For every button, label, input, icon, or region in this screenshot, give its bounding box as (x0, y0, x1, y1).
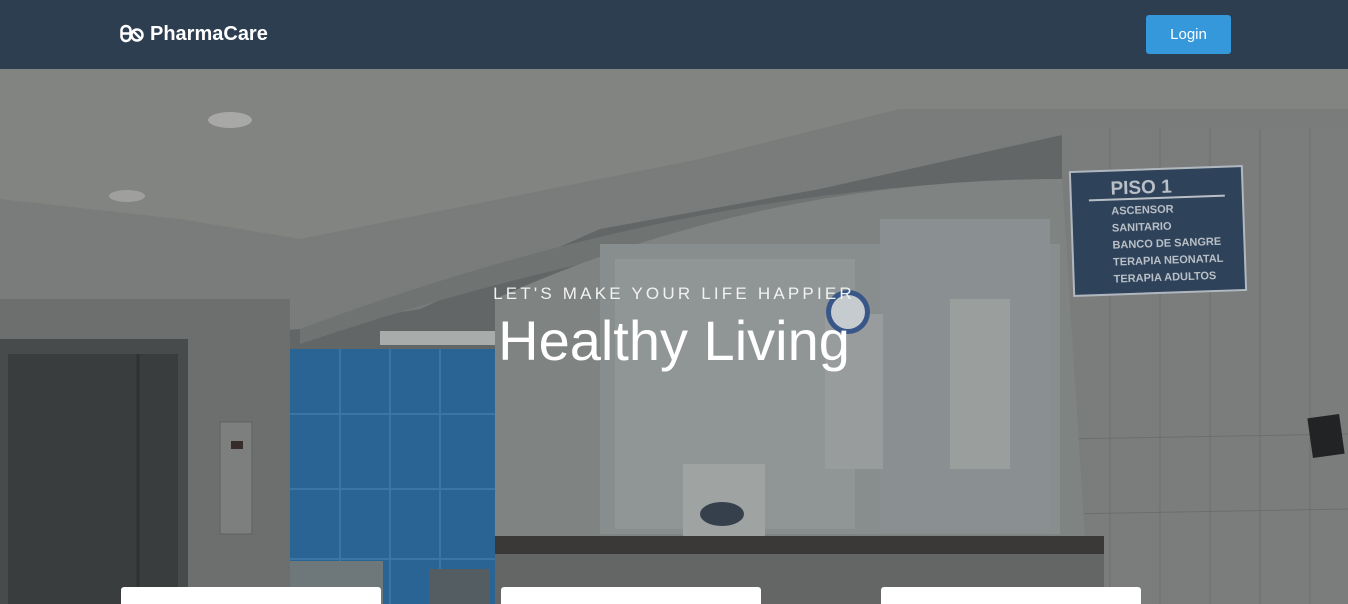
login-button[interactable]: Login (1146, 15, 1231, 54)
feature-card-3 (881, 587, 1141, 604)
hero-title: Healthy Living (498, 309, 850, 372)
feature-card-2 (501, 587, 761, 604)
feature-card-1 (121, 587, 381, 604)
hero-section: PISO 1 ASCENSOR SANITARIO BANCO DE SANGR… (0, 69, 1348, 604)
brand-name: PharmaCare (150, 22, 268, 45)
pills-icon (120, 24, 144, 43)
hero-subtitle: LET'S MAKE YOUR LIFE HAPPIER (493, 284, 855, 303)
brand-logo[interactable]: PharmaCare (120, 22, 268, 46)
navbar: PharmaCare Login (0, 0, 1348, 69)
